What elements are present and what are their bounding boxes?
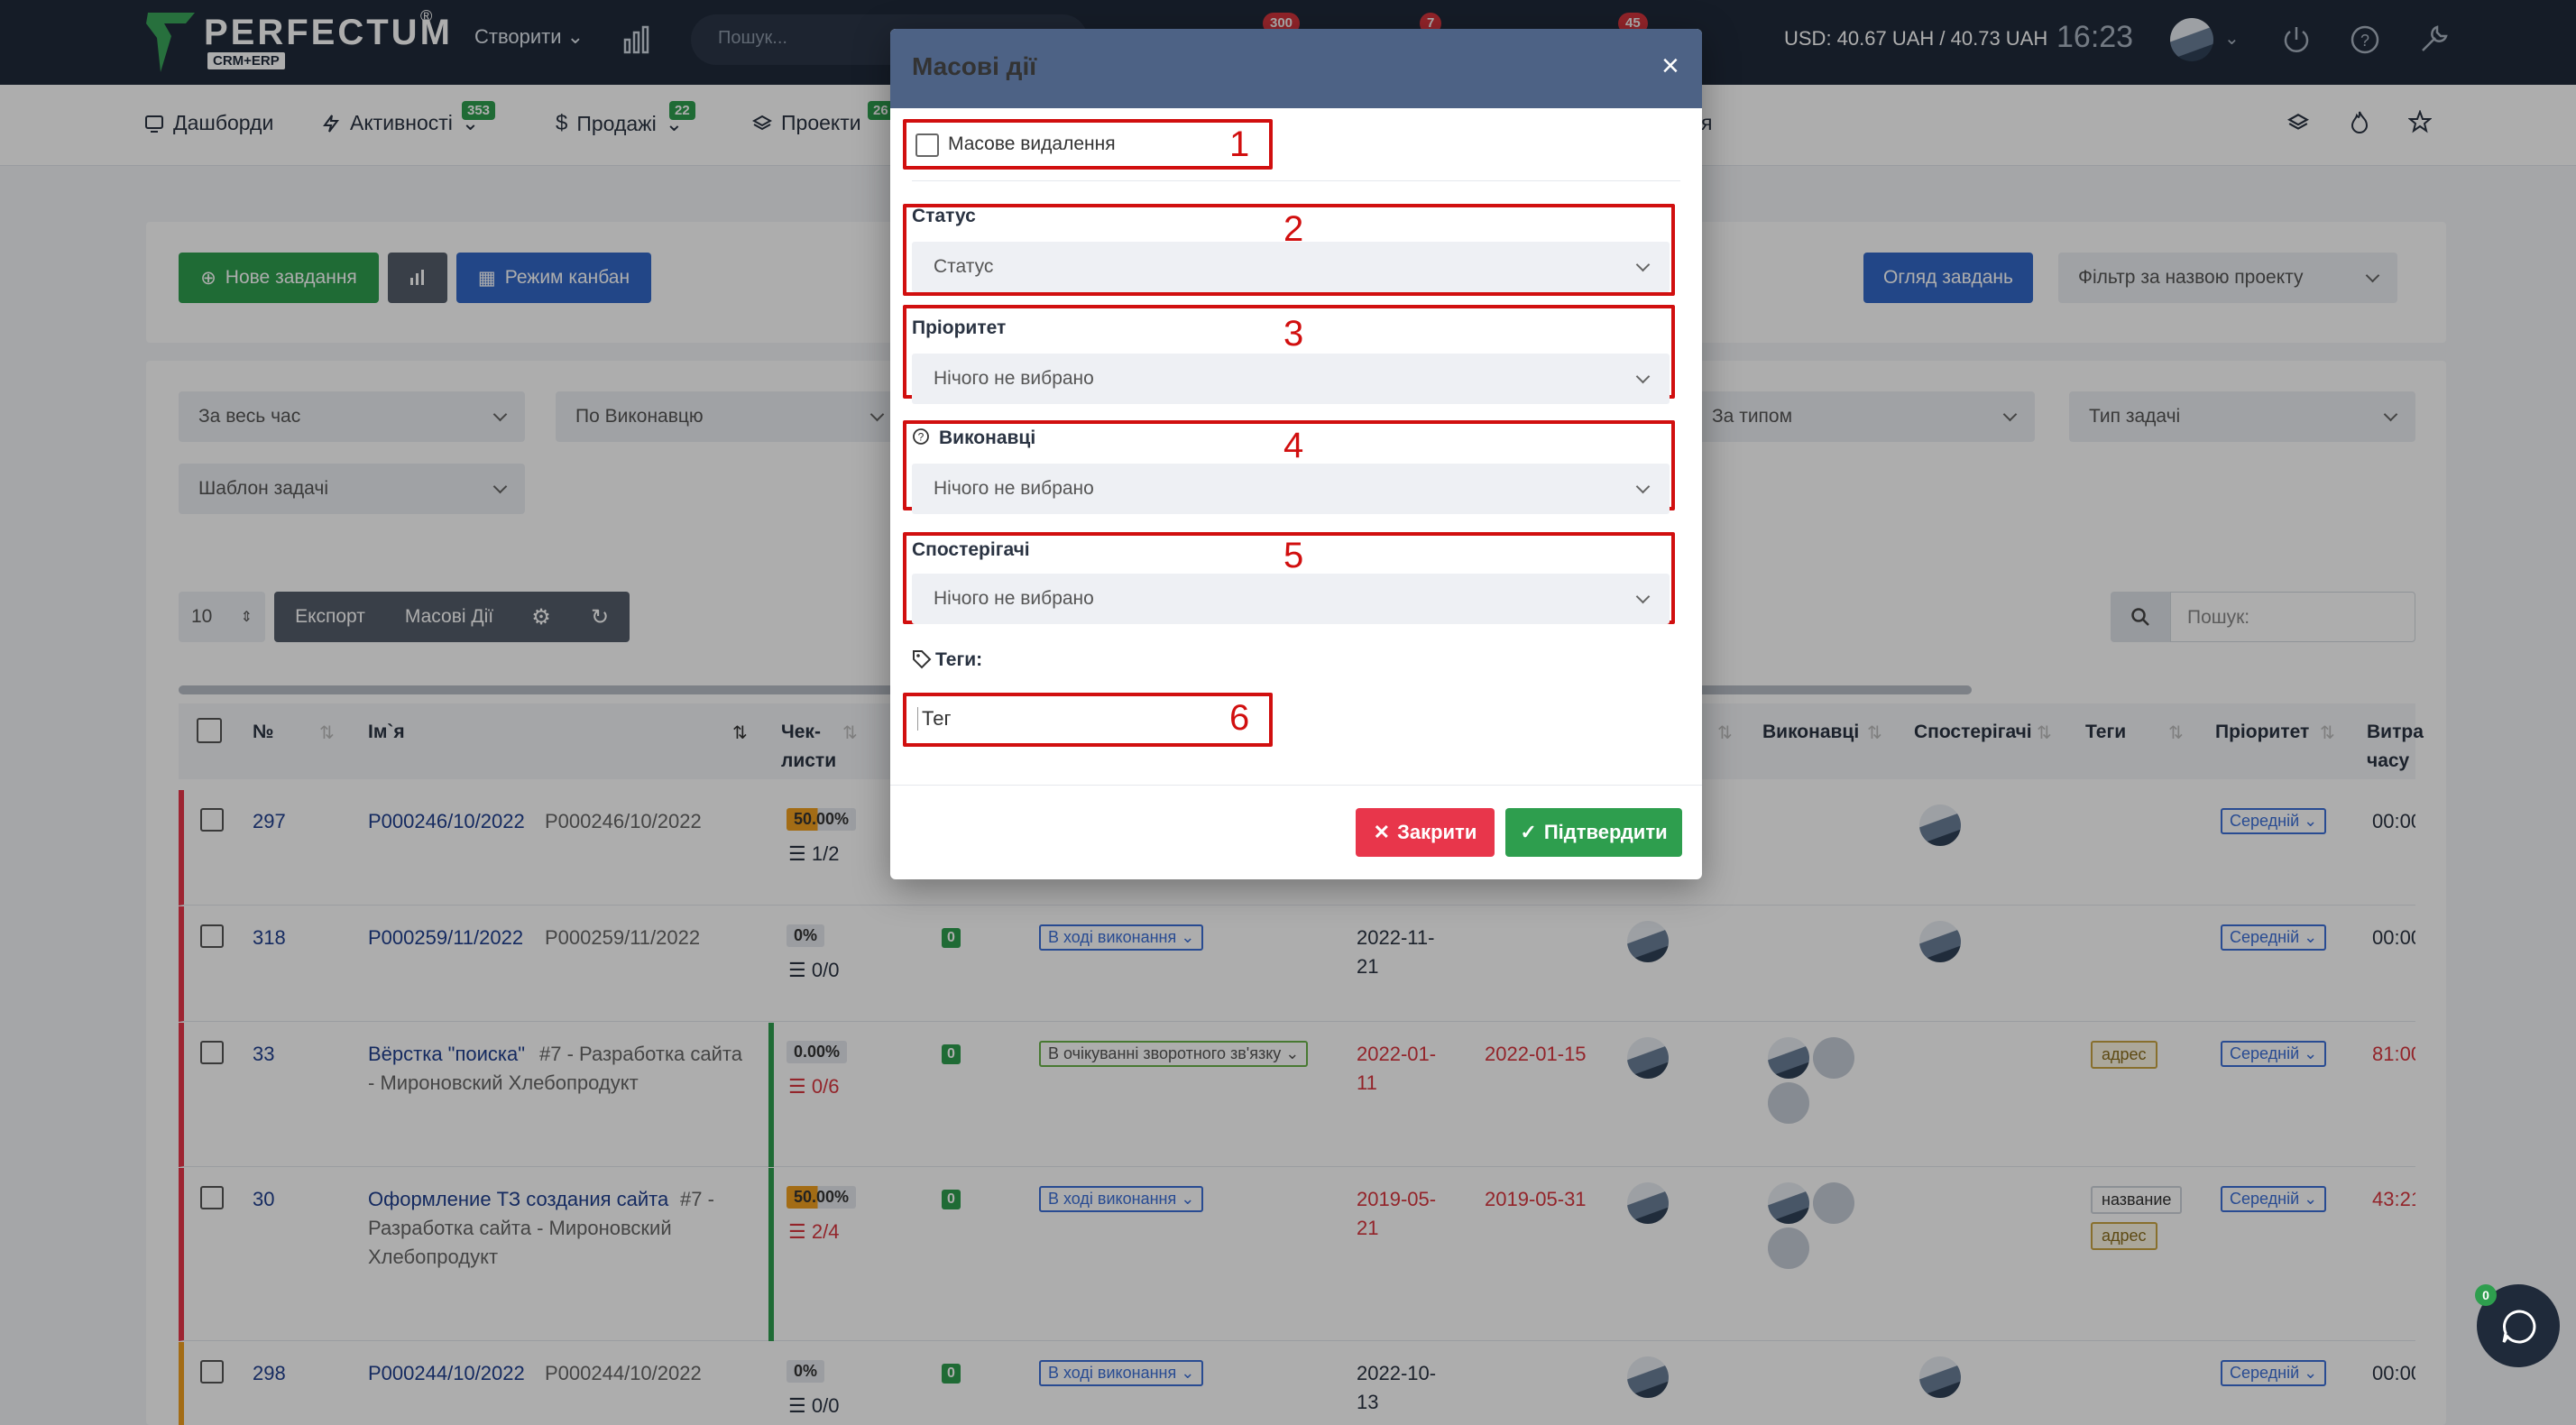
- close-icon[interactable]: ×: [1661, 49, 1679, 84]
- close-button-label: Закрити: [1397, 821, 1477, 843]
- tags-label: Теги:: [935, 649, 983, 670]
- help-icon[interactable]: ?: [912, 428, 930, 446]
- chevron-down-icon: [1635, 257, 1651, 271]
- mass-delete-label: Масове видалення: [948, 133, 1116, 154]
- mass-delete-checkbox[interactable]: [915, 133, 939, 157]
- priority-select-value: Нічого не вибрано: [934, 368, 1094, 389]
- annotation-number-3: 3: [1283, 314, 1304, 354]
- annotation-number-4: 4: [1283, 426, 1304, 465]
- tag-icon: [912, 649, 932, 669]
- close-icon: ✕: [1373, 821, 1391, 843]
- modal-footer-divider: [890, 785, 1702, 786]
- mass-actions-modal: Масові дії × Масове видалення 1 Статус 2…: [890, 29, 1702, 879]
- executors-label: Виконавці: [939, 428, 1036, 448]
- annotation-number-6: 6: [1229, 698, 1250, 738]
- status-select-value: Статус: [934, 256, 994, 277]
- annotation-number-1: 1: [1229, 124, 1250, 164]
- chevron-down-icon: [1635, 589, 1651, 603]
- chat-badge: 0: [2475, 1284, 2497, 1306]
- svg-text:?: ?: [918, 431, 925, 444]
- annotation-box-6: [903, 693, 1273, 747]
- watchers-select-value: Нічого не вибрано: [934, 588, 1094, 609]
- chat-icon: [2500, 1308, 2538, 1346]
- priority-label: Пріоритет: [912, 317, 1007, 338]
- annotation-number-5: 5: [1283, 536, 1304, 575]
- status-label: Статус: [912, 206, 976, 226]
- chevron-down-icon: [1635, 369, 1651, 383]
- executors-select[interactable]: Нічого не вибрано: [912, 464, 1670, 514]
- executors-select-value: Нічого не вибрано: [934, 478, 1094, 499]
- divider: [912, 180, 1680, 181]
- tags-input[interactable]: Тег: [917, 707, 951, 731]
- confirm-button-label: Підтвердити: [1543, 821, 1668, 843]
- chevron-down-icon: [1635, 479, 1651, 493]
- confirm-button[interactable]: ✓ Підтвердити: [1505, 808, 1682, 857]
- watchers-select[interactable]: Нічого не вибрано: [912, 574, 1670, 624]
- modal-title: Масові дії: [912, 52, 1037, 80]
- priority-select[interactable]: Нічого не вибрано: [912, 354, 1670, 404]
- status-select[interactable]: Статус: [912, 242, 1670, 292]
- check-icon: ✓: [1520, 821, 1537, 843]
- close-button[interactable]: ✕ Закрити: [1356, 808, 1495, 857]
- watchers-label: Спостерігачі: [912, 539, 1030, 560]
